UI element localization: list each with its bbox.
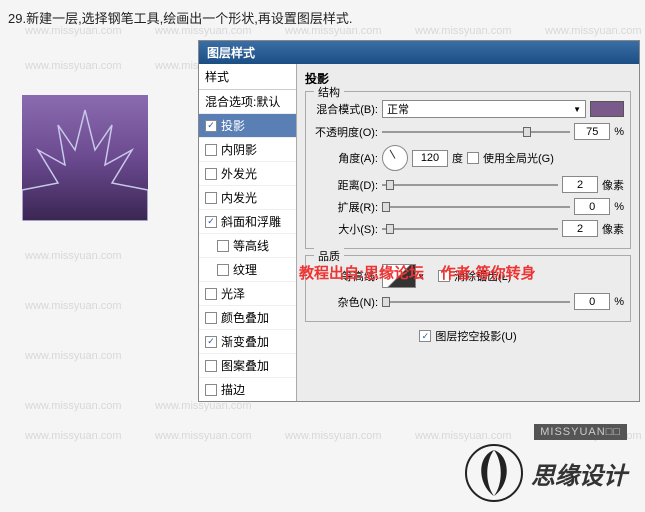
watermark-text: www.missyuan.com	[545, 25, 642, 37]
spread-slider[interactable]	[382, 200, 570, 214]
spread-label: 扩展(R):	[312, 199, 378, 215]
watermark-text: www.missyuan.com	[25, 350, 122, 362]
percent-unit: %	[614, 126, 624, 138]
spread-input[interactable]	[574, 198, 610, 215]
style-checkbox-11[interactable]	[205, 360, 217, 372]
size-label: 大小(S):	[312, 221, 378, 237]
style-checkbox-6[interactable]	[217, 240, 229, 252]
sidebar-item-2[interactable]: 内阴影	[199, 138, 296, 162]
opacity-label: 不透明度(O):	[312, 124, 378, 140]
dialog-titlebar: 图层样式	[199, 41, 639, 64]
sidebar-item-7[interactable]: 纹理	[199, 258, 296, 282]
distance-slider[interactable]	[382, 178, 558, 192]
style-checkbox-5[interactable]	[205, 216, 217, 228]
sidebar-item-6[interactable]: 等高线	[199, 234, 296, 258]
tutorial-credit-overlay: 教程出自:思缘论坛 作者:等你转身	[299, 262, 536, 283]
px-unit-2: 像素	[602, 221, 624, 237]
blend-mode-select[interactable]: 正常	[382, 100, 586, 118]
sidebar-item-8[interactable]: 光泽	[199, 282, 296, 306]
noise-input[interactable]	[574, 293, 610, 310]
angle-dial[interactable]	[382, 145, 408, 171]
sidebar-item-4[interactable]: 内发光	[199, 186, 296, 210]
sidebar-item-10[interactable]: 渐变叠加	[199, 330, 296, 354]
px-unit: 像素	[602, 177, 624, 193]
opacity-input[interactable]	[574, 123, 610, 140]
noise-slider[interactable]	[382, 295, 570, 309]
layer-style-dialog: 图层样式 样式 混合选项:默认投影内阴影外发光内发光斜面和浮雕等高线纹理光泽颜色…	[198, 40, 640, 402]
sidebar-header: 样式	[199, 64, 296, 90]
logo-swirl-icon	[465, 444, 523, 502]
sidebar-item-label: 图案叠加	[221, 357, 269, 374]
percent-unit-3: %	[614, 296, 624, 308]
instruction-text: 29.新建一层,选择钢笔工具,绘画出一个形状,再设置图层样式.	[8, 8, 353, 27]
noise-label: 杂色(N):	[312, 294, 378, 310]
sidebar-item-0[interactable]: 混合选项:默认	[199, 90, 296, 114]
sidebar-item-label: 投影	[221, 117, 245, 134]
drop-shadow-panel: 投影 结构 混合模式(B): 正常 不透明度(O): % 角度(A):	[297, 64, 639, 401]
sidebar-item-3[interactable]: 外发光	[199, 162, 296, 186]
sidebar-item-label: 渐变叠加	[221, 333, 269, 350]
sidebar-item-11[interactable]: 图案叠加	[199, 354, 296, 378]
sidebar-item-label: 混合选项:默认	[205, 93, 280, 110]
watermark-text: www.missyuan.com	[25, 400, 122, 412]
style-checkbox-2[interactable]	[205, 144, 217, 156]
sidebar-item-label: 颜色叠加	[221, 309, 269, 326]
sidebar-item-label: 光泽	[221, 285, 245, 302]
watermark-text: www.missyuan.com	[25, 430, 122, 442]
watermark-text: www.missyuan.com	[25, 60, 122, 72]
style-checkbox-12[interactable]	[205, 384, 217, 396]
style-checkbox-9[interactable]	[205, 312, 217, 324]
watermark-text: www.missyuan.com	[25, 300, 122, 312]
angle-input[interactable]	[412, 150, 448, 167]
sidebar-item-label: 外发光	[221, 165, 257, 182]
sidebar-item-label: 内阴影	[221, 141, 257, 158]
sidebar-item-label: 等高线	[233, 237, 269, 254]
watermark-text: www.missyuan.com	[285, 430, 382, 442]
blend-mode-label: 混合模式(B):	[312, 101, 378, 117]
size-slider[interactable]	[382, 222, 558, 236]
size-input[interactable]	[562, 220, 598, 237]
sidebar-item-label: 描边	[221, 381, 245, 398]
percent-unit-2: %	[614, 201, 624, 213]
logo-text: 思缘设计	[531, 456, 627, 491]
knockout-label: 图层挖空投影(U)	[435, 328, 516, 344]
style-checkbox-1[interactable]	[205, 120, 217, 132]
style-checkbox-10[interactable]	[205, 336, 217, 348]
watermark-text: www.missyuan.com	[415, 430, 512, 442]
sidebar-item-label: 纹理	[233, 261, 257, 278]
style-sidebar: 样式 混合选项:默认投影内阴影外发光内发光斜面和浮雕等高线纹理光泽颜色叠加渐变叠…	[199, 64, 297, 401]
shadow-color-swatch[interactable]	[590, 101, 624, 117]
structure-fieldset: 结构 混合模式(B): 正常 不透明度(O): % 角度(A): 度	[305, 91, 631, 249]
sidebar-item-1[interactable]: 投影	[199, 114, 296, 138]
watermark-text: www.missyuan.com	[155, 430, 252, 442]
degree-unit: 度	[452, 150, 463, 166]
logo-area: 思缘设计	[465, 444, 627, 502]
watermark-text: www.missyuan.com	[25, 250, 122, 262]
distance-input[interactable]	[562, 176, 598, 193]
style-checkbox-8[interactable]	[205, 288, 217, 300]
watermark-text: www.missyuan.com	[415, 25, 512, 37]
shape-preview-thumbnail	[22, 95, 148, 221]
sidebar-item-12[interactable]: 描边	[199, 378, 296, 401]
style-checkbox-3[interactable]	[205, 168, 217, 180]
opacity-slider[interactable]	[382, 125, 570, 139]
angle-label: 角度(A):	[312, 150, 378, 166]
sidebar-item-label: 斜面和浮雕	[221, 213, 281, 230]
knockout-checkbox[interactable]	[419, 330, 431, 342]
distance-label: 距离(D):	[312, 177, 378, 193]
style-checkbox-4[interactable]	[205, 192, 217, 204]
global-light-checkbox[interactable]	[467, 152, 479, 164]
style-checkbox-7[interactable]	[217, 264, 229, 276]
panel-title: 投影	[305, 70, 631, 87]
brand-bar: MISSYUAN□□	[534, 424, 627, 440]
structure-legend: 结构	[314, 84, 344, 100]
global-light-label: 使用全局光(G)	[483, 150, 554, 166]
sidebar-item-5[interactable]: 斜面和浮雕	[199, 210, 296, 234]
sidebar-item-9[interactable]: 颜色叠加	[199, 306, 296, 330]
sidebar-item-label: 内发光	[221, 189, 257, 206]
